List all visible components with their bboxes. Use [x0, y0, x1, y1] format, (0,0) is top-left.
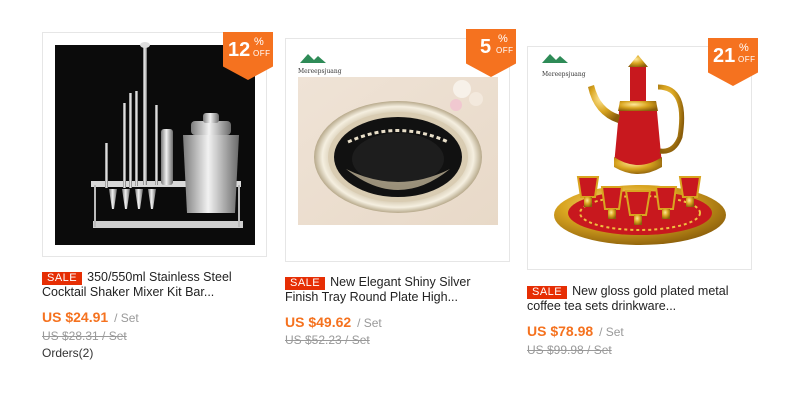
brand-logo-text: Mereepsjuang	[542, 71, 586, 78]
sale-badge: SALE	[42, 272, 83, 285]
price-value: US $24.91	[42, 309, 109, 325]
price-value: US $78.98	[527, 323, 594, 339]
old-price-1: US $28.31 / Set	[42, 329, 127, 343]
old-price-2: US $52.23 / Set	[285, 333, 370, 347]
price-unit: / Set	[114, 311, 139, 325]
silver-tray-icon: Mereepsjuang	[298, 54, 498, 225]
discount-percent: %	[498, 33, 508, 45]
product-title-3[interactable]: SALE New gloss gold plated metal coffee t…	[527, 284, 752, 314]
old-price-3: US $99.98 / Set	[527, 343, 612, 357]
sale-badge: SALE	[527, 286, 568, 299]
product-card-1[interactable]: 12 % OFF SALE 350/550ml Stainless Steel C…	[42, 32, 273, 372]
product-card-3[interactable]: Mereepsjuang 21 % OFF SALE New gloss gol…	[527, 38, 758, 366]
price-value: US $49.62	[285, 314, 352, 330]
product-image-2[interactable]: Mereepsjuang	[285, 38, 510, 262]
discount-value: 21	[713, 45, 736, 67]
product-card-2[interactable]: Mereepsjuang 5 % OFF SALE New Elegant Shi…	[285, 29, 516, 358]
product-title-2[interactable]: SALE New Elegant Shiny Silver Finish Tray…	[285, 275, 510, 305]
discount-off-label: OFF	[496, 46, 514, 55]
price-unit: / Set	[357, 316, 382, 330]
brand-logo-text: Mereepsjuang	[298, 68, 342, 75]
title-line-1: New Elegant Shiny Silver	[330, 275, 471, 289]
discount-value: 12	[228, 39, 251, 61]
price-3: US $78.98 / Set	[527, 323, 624, 339]
discount-value: 5	[480, 36, 492, 58]
title-line-2: Finish Tray Round Plate High...	[285, 290, 458, 304]
orders-count-1: Orders(2)	[42, 346, 94, 360]
price-1: US $24.91 / Set	[42, 309, 139, 325]
product-title-1[interactable]: SALE 350/550ml Stainless Steel Cocktail S…	[42, 270, 267, 300]
title-line-1: New gloss gold plated metal	[572, 284, 729, 298]
price-2: US $49.62 / Set	[285, 314, 382, 330]
gold-coffee-set-icon: Mereepsjuang	[542, 54, 726, 245]
title-line-2: Cocktail Shaker Mixer Kit Bar...	[42, 285, 215, 299]
sale-badge: SALE	[285, 277, 326, 290]
title-line-1: 350/550ml Stainless Steel	[87, 270, 232, 284]
discount-percent: %	[254, 36, 264, 48]
discount-percent: %	[739, 42, 749, 54]
price-unit: / Set	[599, 325, 624, 339]
discount-off-label: OFF	[738, 55, 756, 64]
title-line-2: coffee tea sets drinkware...	[527, 299, 677, 313]
product-image-3[interactable]: Mereepsjuang	[527, 46, 752, 270]
discount-off-label: OFF	[253, 49, 271, 58]
